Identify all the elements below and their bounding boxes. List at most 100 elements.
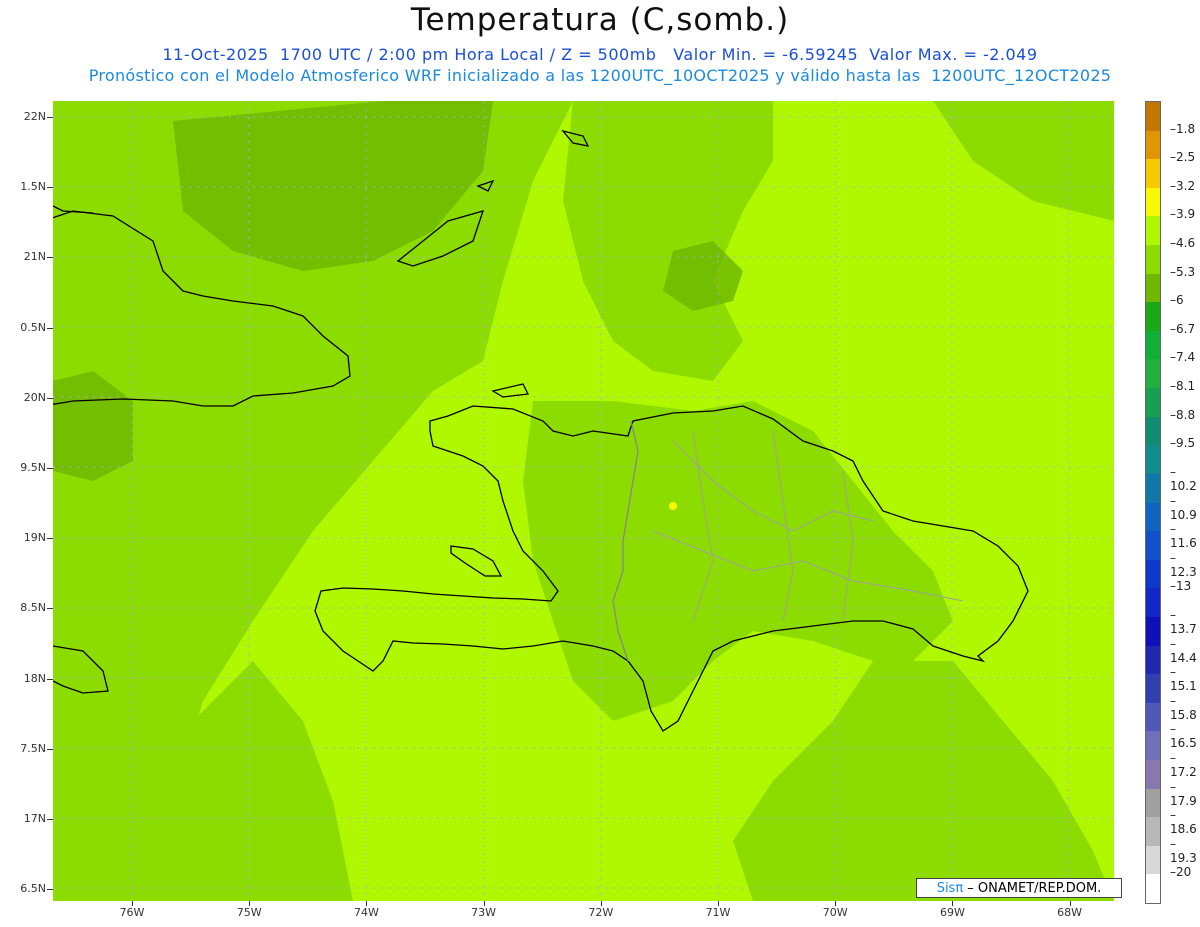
colorbar-label: –17.9 [1170, 779, 1197, 808]
colorbar-segment [1146, 874, 1160, 904]
lon-label: 74W [353, 906, 379, 919]
lat-tick [47, 257, 53, 259]
credit-sis: Sisπ [936, 881, 964, 896]
lat-tick [47, 889, 53, 891]
colorbar-segment [1146, 330, 1160, 360]
colorbar [1145, 101, 1161, 904]
colorbar-segment [1146, 388, 1160, 418]
lon-label: 69W [939, 906, 965, 919]
colorbar-segment [1146, 473, 1160, 503]
colorbar-segment [1146, 159, 1160, 189]
colorbar-segment [1146, 245, 1160, 275]
lon-label: 75W [236, 906, 262, 919]
colorbar-segment [1146, 187, 1160, 217]
colorbar-label: –11.6 [1170, 522, 1197, 551]
colorbar-segment [1146, 502, 1160, 532]
credit-box: Sisπ – ONAMET/REP.DOM. [916, 878, 1122, 898]
colorbar-segment [1146, 731, 1160, 761]
colorbar-label: –16.5 [1170, 722, 1197, 751]
map-title: Temperatura (C,somb.) [410, 2, 790, 38]
colorbar-segment [1146, 759, 1160, 790]
colorbar-label: –13.7 [1170, 607, 1197, 636]
colorbar-label: –17.2 [1170, 750, 1197, 779]
lat-label: 1.5N [20, 180, 46, 194]
colorbar-segment [1146, 616, 1160, 647]
colorbar-label: –1.8 [1170, 121, 1196, 136]
colorbar-segment [1146, 817, 1160, 847]
lat-tick [47, 608, 53, 610]
colorbar-label: –9.5 [1170, 436, 1196, 451]
colorbar-label: –4.6 [1170, 236, 1196, 251]
colorbar-segment [1146, 845, 1160, 875]
gonave [450, 545, 503, 577]
colorbar-segment [1146, 445, 1160, 475]
colorbar-segment [1146, 559, 1160, 589]
lat-label: 17N [23, 812, 46, 825]
colorbar-label: –20 [1170, 865, 1192, 880]
lat-label: 22N [23, 110, 46, 123]
lat-label: 21N [23, 250, 46, 264]
lon-tick [718, 901, 719, 906]
colorbar-segment [1146, 359, 1160, 389]
colorbar-label: –18.6 [1170, 808, 1197, 837]
lat-tick [47, 468, 53, 469]
colorbar-label: –15.8 [1170, 693, 1197, 722]
colorbar-label: –19.3 [1170, 836, 1197, 865]
colorbar-label: –12.3 [1170, 550, 1197, 579]
colorbar-segment [1146, 416, 1160, 446]
lon-tick [600, 901, 602, 906]
lon-label: 68W [1057, 906, 1083, 919]
lon-tick [952, 901, 954, 906]
colorbar-label: –14.4 [1170, 636, 1197, 665]
lat-tick [47, 819, 53, 820]
lon-label: 70W [822, 906, 848, 919]
lon-label: 73W [471, 906, 497, 919]
lon-tick [835, 901, 837, 906]
max-spot [669, 502, 677, 510]
colorbar-label: –5.3 [1170, 264, 1196, 279]
lat-tick [47, 397, 53, 399]
temperature-map[interactable] [53, 101, 1114, 901]
colorbar-label: –10.9 [1170, 493, 1197, 522]
colorbar-label: –15.1 [1170, 665, 1197, 694]
tortuga [491, 383, 529, 398]
colorbar-segment [1146, 130, 1160, 160]
lat-label: 19N [23, 531, 46, 545]
colorbar-label: –13 [1170, 579, 1192, 594]
lat-tick [47, 538, 53, 540]
colorbar-label: –6.7 [1170, 321, 1196, 336]
lat-tick [47, 678, 53, 680]
lat-label: 20N [23, 390, 46, 404]
lat-tick [47, 117, 53, 118]
lat-tick [47, 327, 53, 329]
colorbar-label: –6 [1170, 293, 1184, 308]
lat-label: 6.5N [20, 882, 46, 896]
colorbar-label: –8.1 [1170, 379, 1196, 394]
valid-time-line: 11-Oct-2025 1700 UTC / 2:00 pm Hora Loca… [162, 45, 1038, 64]
colorbar-segment [1146, 302, 1160, 332]
colorbar-label: –3.2 [1170, 178, 1196, 193]
model-info-line: Pronóstico con el Modelo Atmosferico WRF… [88, 66, 1112, 85]
lon-label: 72W [588, 906, 614, 919]
colorbar-segment [1146, 102, 1160, 132]
lat-label: 18N [23, 671, 46, 685]
lon-tick [366, 901, 368, 906]
lon-label: 76W [119, 906, 145, 919]
lat-label: 0.5N [20, 320, 46, 334]
colorbar-segment [1146, 702, 1160, 732]
lat-label: 8.5N [20, 601, 46, 615]
map-canvas [53, 101, 1114, 901]
colorbar-segment [1146, 645, 1160, 675]
lon-tick [483, 901, 485, 906]
colorbar-label: –10.2 [1170, 464, 1197, 493]
lat-tick [47, 748, 53, 750]
colorbar-segment [1146, 788, 1160, 818]
lon-tick [1069, 901, 1071, 906]
credit-org: – ONAMET/REP.DOM. [963, 881, 1102, 896]
lat-tick [47, 187, 53, 189]
colorbar-segment [1146, 273, 1160, 303]
colorbar-segment [1146, 674, 1160, 704]
colorbar-segment [1146, 588, 1160, 618]
lon-label: 71W [705, 906, 731, 919]
lat-label: 9.5N [20, 461, 46, 474]
